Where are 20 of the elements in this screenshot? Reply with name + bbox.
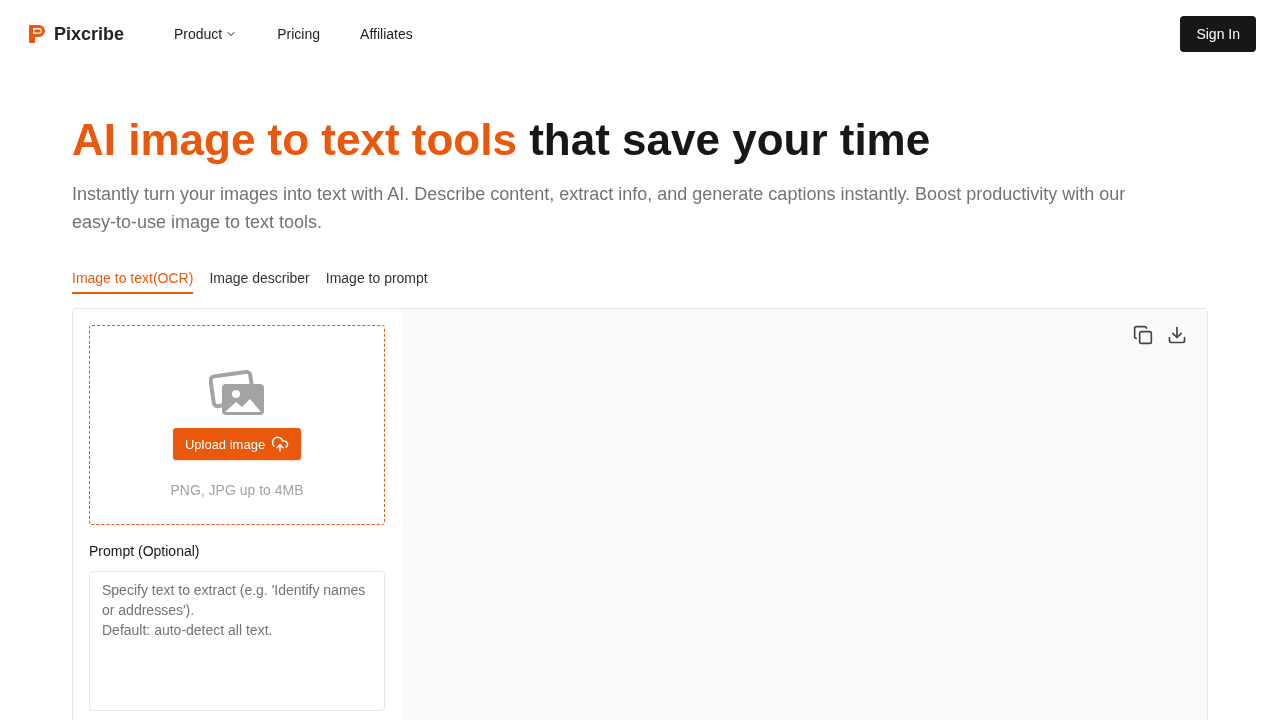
tool-tab[interactable]: Image to text(OCR) [72,270,194,294]
nav-link[interactable]: Product [174,26,238,42]
images-icon [209,370,265,416]
subtitle: Instantly turn your images into text with AI. Describe content, extract info, and generate captions instantly. Boost productivity with our easy-to-use image to text tools. [72,183,1127,234]
upload-button[interactable]: Upload image [172,428,302,460]
nav-link[interactable]: Pricing [277,26,321,42]
headline: AI image to text tools that save your time [72,114,932,166]
prompt-label: Prompt (Optional) [89,542,201,559]
logo-icon [28,24,46,44]
download-button[interactable] [1167,325,1187,345]
brand-name[interactable]: Pixcribe [54,23,125,45]
file-hint: PNG, JPG up to 4MB [170,482,304,498]
upload-dropzone[interactable]: Upload image PNG, JPG up to 4MB [89,325,385,525]
sign-in-button[interactable]: Sign In [1180,16,1256,52]
copy-button[interactable] [1133,325,1153,345]
tool-tab[interactable]: Image describer [209,270,310,294]
tool-tab[interactable]: Image to prompt [325,270,428,294]
nav-link[interactable]: Affiliates [360,26,413,42]
cloud-upload-icon [271,435,290,453]
prompt-field[interactable]: Specify text to extract (e.g. 'Identify names or addresses'). Default: auto-detect all text. [89,570,385,711]
